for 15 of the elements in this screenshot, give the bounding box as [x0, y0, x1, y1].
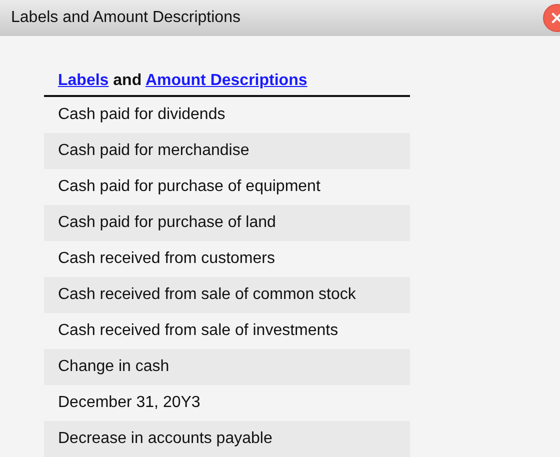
window-title: Labels and Amount Descriptions — [11, 9, 240, 27]
list-row[interactable]: Cash paid for purchase of equipment — [44, 169, 410, 205]
list-row[interactable]: Cash paid for merchandise — [44, 133, 410, 169]
list-row[interactable]: Cash paid for purchase of land — [44, 205, 410, 241]
list-row[interactable]: December 31, 20Y3 — [44, 385, 410, 421]
column-header: Labels and Amount Descriptions — [44, 72, 410, 97]
list-row[interactable]: Cash paid for dividends — [44, 97, 410, 133]
list-row[interactable]: Cash received from sale of investments — [44, 313, 410, 349]
header-link[interactable]: Labels — [58, 72, 109, 89]
list-row[interactable]: Cash received from sale of common stock — [44, 277, 410, 313]
list-row[interactable]: Decrease in accounts payable — [44, 421, 410, 457]
header-link[interactable]: Amount Descriptions — [145, 72, 308, 89]
close-icon — [551, 12, 560, 24]
list-row[interactable]: Cash received from customers — [44, 241, 410, 277]
list-row[interactable]: Change in cash — [44, 349, 410, 385]
